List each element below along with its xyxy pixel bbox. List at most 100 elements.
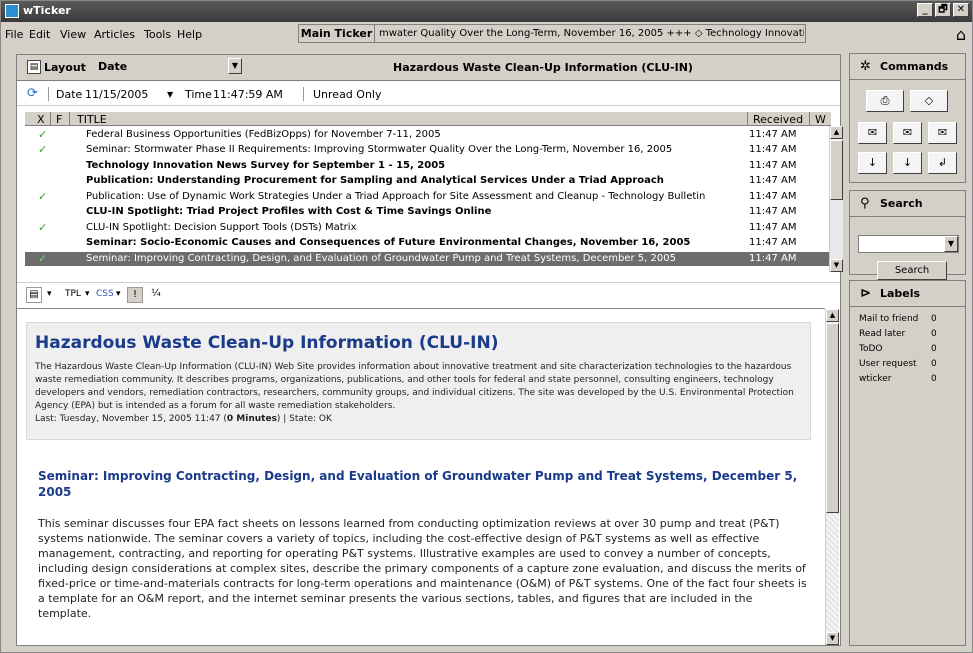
menu-articles[interactable]: Articles (94, 28, 135, 41)
separator (747, 112, 748, 126)
menu-file[interactable]: File (5, 28, 23, 41)
list-item-title: Seminar: Stormwater Phase II Requirement… (86, 144, 673, 155)
date-label: Date (56, 88, 83, 101)
css-chevron-icon[interactable]: ▾ (116, 289, 121, 299)
app-window: wTicker _ 🗗 ✕ File Edit View Articles To… (0, 0, 973, 653)
panel-header: ▤ Layout Date ▼ Hazardous Waste Clean-Up… (17, 55, 840, 81)
article-scrollbar[interactable]: ▲ ▼ (825, 309, 839, 645)
label-name: ToDO (859, 344, 883, 354)
scroll-down-icon[interactable]: ▼ (826, 632, 839, 645)
mark-unread-icon[interactable]: ✉ (893, 122, 922, 144)
menu-bar: File Edit View Articles Tools Help Main … (1, 22, 972, 44)
label-icon: ⊳ (860, 286, 871, 301)
list-header: X F TITLE Received W (25, 111, 831, 126)
label-item[interactable]: ToDO 0 (859, 343, 959, 356)
home-icon[interactable]: ⌂ (956, 25, 966, 44)
mark-read-icon[interactable]: ✉ (858, 122, 887, 144)
scroll-thumb[interactable] (826, 323, 839, 513)
number-icon[interactable]: ¼ (148, 287, 164, 303)
scroll-down-icon[interactable]: ▼ (830, 259, 843, 272)
feed-info-box: Hazardous Waste Clean-Up Information (CL… (26, 322, 811, 440)
menu-view[interactable]: View (60, 28, 86, 41)
search-button[interactable]: Search (877, 261, 947, 280)
list-item-received: 11:47 AM (749, 175, 797, 186)
next-icon[interactable]: ↓ (893, 152, 922, 174)
return-icon[interactable]: ↲ (928, 152, 957, 174)
scroll-thumb[interactable] (830, 140, 843, 200)
list-item[interactable]: ✓ CLU-IN Spotlight: Decision Support Too… (25, 221, 831, 234)
flag-icon[interactable]: ✉ (928, 122, 957, 144)
list-item-received: 11:47 AM (749, 222, 797, 233)
column-received[interactable]: Received (753, 113, 803, 126)
list-item-selected[interactable]: ✓ Seminar: Improving Contracting, Design… (25, 252, 831, 266)
close-button[interactable]: ✕ (953, 3, 969, 17)
chevron-down-icon[interactable]: ▼ (228, 58, 242, 74)
column-w[interactable]: W (815, 113, 826, 126)
minimize-button[interactable]: _ (917, 3, 933, 17)
right-sidebar: ✲ Commands ⎙ ◇ ✉ ✉ ✉ ↓ ↓ ↲ ⚲ Search ▼ Se… (849, 53, 966, 646)
list-item-title: CLU-IN Spotlight: Decision Support Tools… (86, 222, 357, 233)
ticker-text[interactable]: mwater Quality Over the Long-Term, Novem… (379, 25, 804, 42)
scroll-up-icon[interactable]: ▲ (826, 309, 839, 322)
label-item[interactable]: User request 0 (859, 358, 959, 371)
info-icon[interactable]: ! (127, 287, 143, 303)
menu-help[interactable]: Help (177, 28, 202, 41)
list-scrollbar[interactable]: ▲ ▼ (829, 126, 843, 272)
list-item-received: 11:47 AM (749, 129, 797, 140)
scroll-up-icon[interactable]: ▲ (830, 126, 843, 139)
tpl-dropdown[interactable]: TPL (65, 289, 81, 299)
css-dropdown[interactable]: CSS (96, 289, 114, 299)
list-item[interactable]: Seminar: Socio-Economic Causes and Conse… (25, 236, 831, 249)
read-check-icon: ✓ (38, 252, 48, 265)
column-title[interactable]: TITLE (77, 113, 107, 126)
list-item[interactable]: ✓ Federal Business Opportunities (FedBiz… (25, 128, 831, 141)
column-f[interactable]: F (56, 113, 62, 126)
layout-select[interactable]: Date ▼ (96, 58, 242, 76)
list-item[interactable]: ✓ Publication: Use of Dynamic Work Strat… (25, 190, 831, 203)
feed-heading: Hazardous Waste Clean-Up Information (CL… (35, 333, 499, 353)
restore-button[interactable]: 🗗 (935, 3, 951, 17)
date-dropdown-icon[interactable]: ▼ (167, 90, 173, 99)
main-ticker[interactable]: Main Ticker mwater Quality Over the Long… (298, 24, 806, 43)
commands-panel: ✲ Commands ⎙ ◇ ✉ ✉ ✉ ↓ ↓ ↲ (849, 53, 966, 183)
label-item[interactable]: Read later 0 (859, 328, 959, 341)
separator (69, 112, 70, 126)
label-item[interactable]: Mail to friend 0 (859, 313, 959, 326)
read-check-icon: ✓ (38, 221, 48, 234)
tpl-chevron-icon[interactable]: ▾ (85, 289, 90, 299)
chevron-down-icon[interactable]: ▼ (944, 236, 958, 252)
time-field[interactable]: 11:47:59 AM (213, 88, 283, 101)
list-item[interactable]: ✓ Seminar: Stormwater Phase II Requireme… (25, 143, 831, 156)
feed-status: Last: Tuesday, November 15, 2005 11:47 (… (35, 414, 332, 424)
label-name: Read later (859, 329, 906, 339)
sort-icon[interactable]: ↓ (858, 152, 887, 174)
view-mode-icon[interactable]: ▤ (26, 287, 42, 303)
refresh-icon[interactable]: ⟳ (27, 86, 38, 101)
list-item[interactable]: CLU-IN Spotlight: Triad Project Profiles… (25, 205, 831, 218)
label-item[interactable]: wticker 0 (859, 373, 959, 386)
label-name: wticker (859, 374, 892, 384)
unread-only-toggle[interactable]: Unread Only (313, 88, 382, 101)
print-icon[interactable]: ⎙ (866, 90, 904, 112)
list-item-title: Federal Business Opportunities (FedBizOp… (86, 129, 441, 140)
list-item-received: 11:47 AM (749, 191, 797, 202)
tag-icon[interactable]: ◇ (910, 90, 948, 112)
list-item-received: 11:47 AM (749, 206, 797, 217)
list-item[interactable]: Technology Innovation News Survey for Se… (25, 159, 831, 172)
list-item-title: Seminar: Improving Contracting, Design, … (86, 253, 676, 264)
menu-tools[interactable]: Tools (144, 28, 171, 41)
app-title: wTicker (23, 4, 71, 17)
view-mode-dropdown-icon[interactable]: ▾ (47, 289, 52, 299)
column-x[interactable]: X (37, 113, 45, 126)
list-item-title: Publication: Use of Dynamic Work Strateg… (86, 191, 706, 202)
search-input[interactable]: ▼ (858, 235, 959, 253)
layout-label: Layout (44, 61, 86, 74)
article-title[interactable]: Seminar: Improving Contracting, Design, … (38, 468, 798, 500)
commands-title: Commands (880, 60, 949, 73)
date-field[interactable]: 11/15/2005 (85, 88, 148, 101)
list-item[interactable]: Publication: Understanding Procurement f… (25, 174, 831, 187)
layout-select-value: Date (98, 60, 128, 73)
menu-edit[interactable]: Edit (29, 28, 50, 41)
separator (809, 112, 810, 126)
ticker-label: Main Ticker (299, 25, 375, 42)
